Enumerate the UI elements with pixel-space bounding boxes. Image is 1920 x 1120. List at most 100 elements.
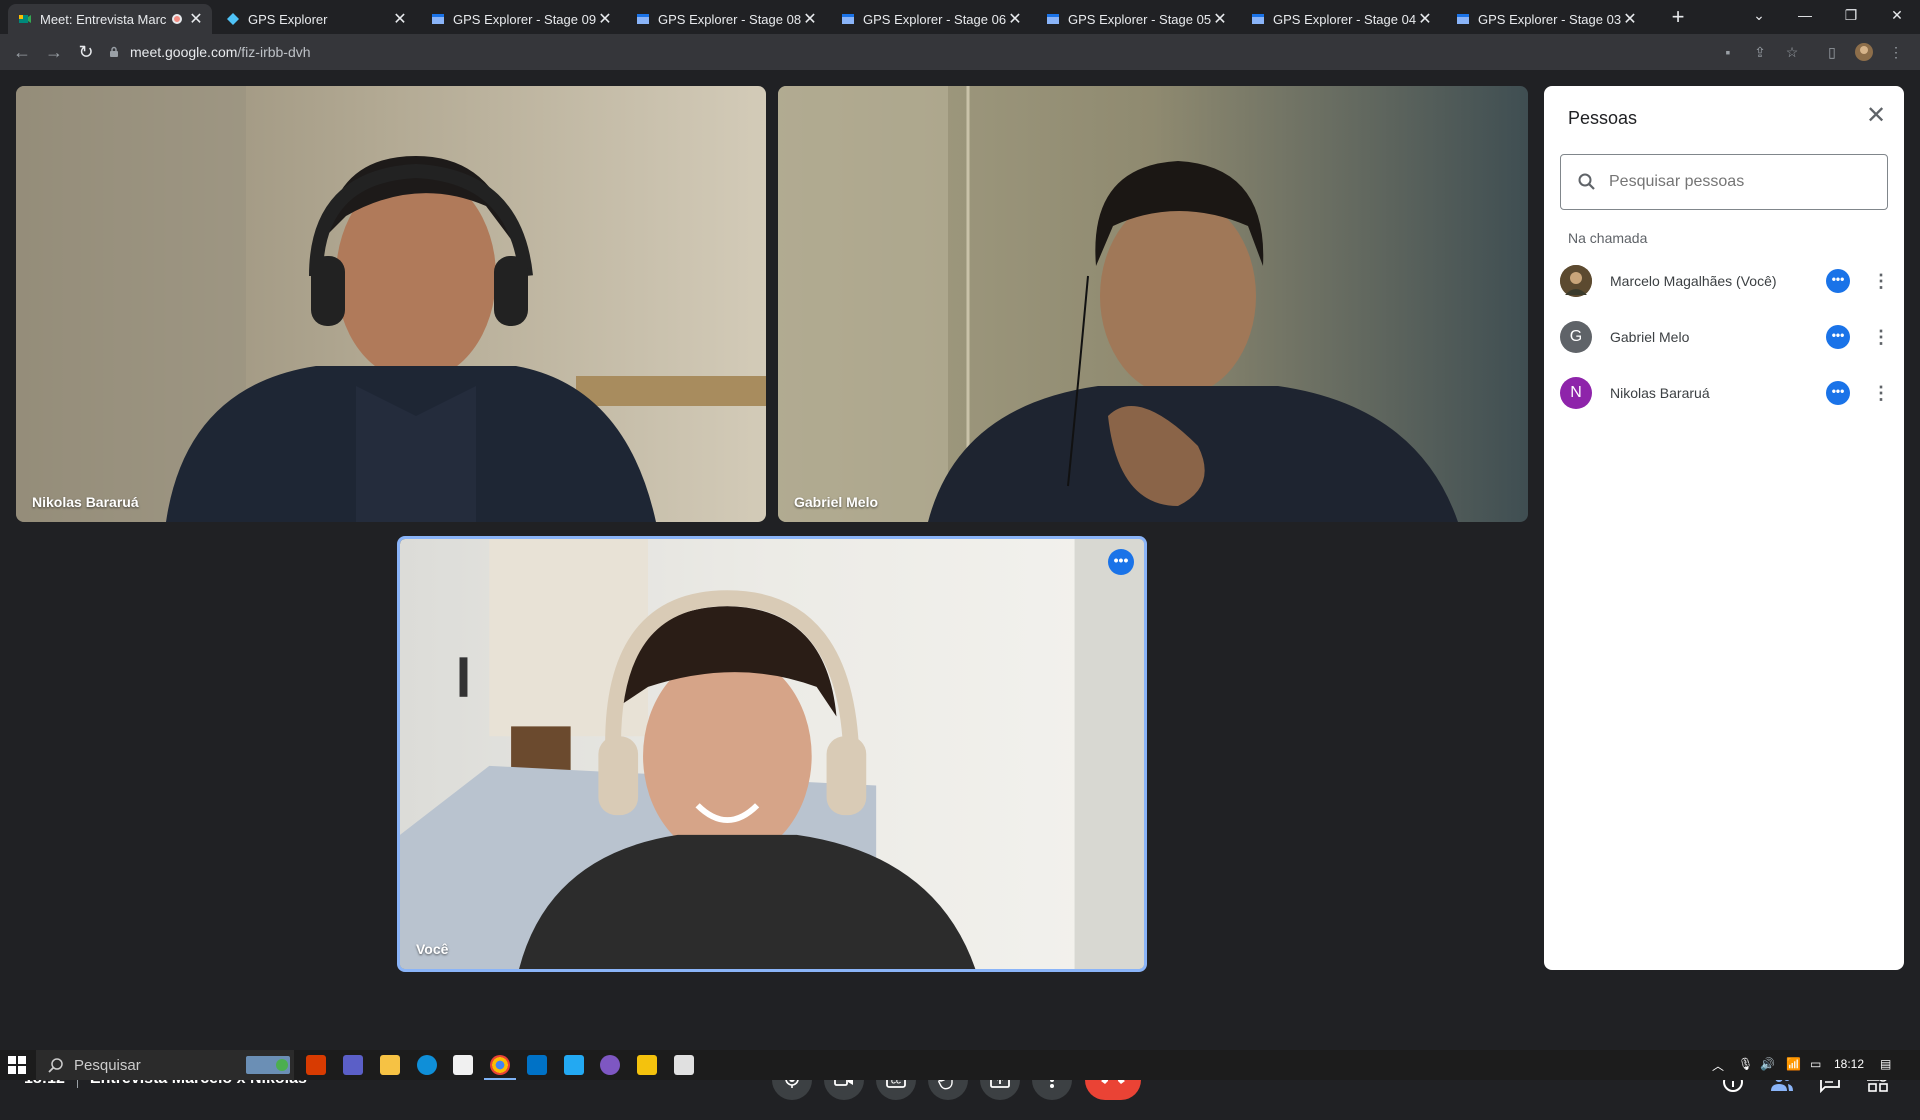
app-icon[interactable] <box>600 1055 620 1075</box>
chrome-app-icon[interactable] <box>484 1055 516 1080</box>
forward-button[interactable]: → <box>42 40 66 64</box>
vscode-app-icon[interactable] <box>564 1055 584 1075</box>
participant-video <box>778 86 1528 522</box>
page-favicon-icon <box>1047 14 1059 24</box>
person-status-button[interactable]: ••• <box>1826 269 1850 293</box>
tab-meet[interactable]: Meet: Entrevista Marce ✕ <box>8 4 212 34</box>
tab-stage-03[interactable]: GPS Explorer - Stage 03 ✕ <box>1446 4 1646 34</box>
camera-in-use-icon[interactable]: ▪ <box>1718 42 1738 62</box>
volume-icon[interactable]: 🔊 <box>1760 1057 1775 1071</box>
avatar: N <box>1560 377 1592 409</box>
windows-taskbar: Pesquisar ︿ 🎙 🔊 📶 ▭ 18:12 ▤ <box>0 1050 1920 1080</box>
new-tab-button[interactable]: + <box>1664 6 1692 30</box>
person-status-button[interactable]: ••• <box>1826 381 1850 405</box>
close-tab-icon[interactable]: ✕ <box>1212 9 1228 29</box>
person-status-button[interactable]: ••• <box>1826 325 1850 349</box>
url-path: /fiz-irbb-dvh <box>237 44 311 60</box>
microphone-tray-icon[interactable]: 🎙 <box>1738 1057 1753 1071</box>
address-bar[interactable]: meet.google.com/fiz-irbb-dvh <box>108 38 1768 66</box>
browser-tab-bar: Meet: Entrevista Marce ✕ GPS Explorer ✕ … <box>0 0 1920 34</box>
video-tile-nikolas[interactable]: Nikolas Bararuá <box>16 86 766 522</box>
taskbar-search[interactable]: Pesquisar <box>36 1050 294 1080</box>
in-call-heading: Na chamada <box>1568 230 1648 246</box>
person-row[interactable]: Marcelo Magalhães (Você) ••• ⋮ <box>1560 257 1890 305</box>
close-tab-icon[interactable]: ✕ <box>1007 9 1023 29</box>
meet-stage: Nikolas Bararuá Gabriel Melo ••• Você Pe… <box>0 70 1920 1100</box>
url-host: meet.google.com <box>130 44 238 60</box>
tab-title: GPS Explorer - Stage 09 <box>453 11 597 27</box>
close-tab-icon[interactable]: ✕ <box>392 9 408 29</box>
close-tab-icon[interactable]: ✕ <box>597 9 613 29</box>
tile-more-options-button[interactable]: ••• <box>1108 549 1134 575</box>
page-favicon-icon <box>432 14 444 24</box>
profile-avatar[interactable] <box>1854 42 1874 62</box>
back-button[interactable]: ← <box>10 40 34 64</box>
share-icon[interactable]: ⇪ <box>1750 42 1770 62</box>
tab-search-chevron-icon[interactable]: ⌄ <box>1736 0 1782 30</box>
url-text: meet.google.com/fiz-irbb-dvh <box>130 44 311 60</box>
recording-icon <box>172 14 182 24</box>
file-explorer-icon[interactable] <box>380 1055 400 1075</box>
person-row[interactable]: N Nikolas Bararuá ••• ⋮ <box>1560 369 1890 417</box>
minimize-button[interactable]: — <box>1782 0 1828 30</box>
close-tab-icon[interactable]: ✕ <box>1622 9 1638 29</box>
search-people-input[interactable] <box>1609 173 1869 191</box>
tab-stage-05[interactable]: GPS Explorer - Stage 05 ✕ <box>1036 4 1236 34</box>
meet-favicon-icon <box>19 15 31 23</box>
tab-title: GPS Explorer - Stage 04 <box>1273 11 1417 27</box>
tab-stage-04[interactable]: GPS Explorer - Stage 04 ✕ <box>1241 4 1441 34</box>
side-panel-icon[interactable]: ▯ <box>1822 42 1842 62</box>
windows-start-icon[interactable] <box>8 1056 26 1074</box>
page-favicon-icon <box>637 14 649 24</box>
search-icon <box>48 1058 63 1073</box>
tab-title: GPS Explorer - Stage 08 <box>658 11 802 27</box>
tab-title: Meet: Entrevista Marce <box>40 11 166 27</box>
office-app-icon[interactable] <box>306 1055 326 1075</box>
show-hidden-icons[interactable]: ︿ <box>1712 1057 1724 1074</box>
search-people-field[interactable] <box>1560 154 1888 210</box>
app-icon[interactable] <box>674 1055 694 1075</box>
person-options-icon[interactable]: ⋮ <box>1872 271 1890 292</box>
battery-icon[interactable]: ▭ <box>1810 1057 1821 1071</box>
tab-stage-08[interactable]: GPS Explorer - Stage 08 ✕ <box>626 4 826 34</box>
avatar <box>1560 265 1592 297</box>
browser-menu-icon[interactable]: ⋮ <box>1886 42 1906 62</box>
store-app-icon[interactable] <box>453 1055 473 1075</box>
video-tile-self[interactable]: ••• Você <box>397 536 1147 972</box>
tab-title: GPS Explorer - Stage 06 <box>863 11 1007 27</box>
person-options-icon[interactable]: ⋮ <box>1872 383 1890 404</box>
person-row[interactable]: G Gabriel Melo ••• ⋮ <box>1560 313 1890 361</box>
taskbar-search-text: Pesquisar <box>74 1056 141 1074</box>
person-options-icon[interactable]: ⋮ <box>1872 327 1890 348</box>
close-tab-icon[interactable]: ✕ <box>802 9 818 29</box>
video-tile-gabriel[interactable]: Gabriel Melo <box>778 86 1528 522</box>
tab-stage-09[interactable]: GPS Explorer - Stage 09 ✕ <box>421 4 621 34</box>
tab-stage-06[interactable]: GPS Explorer - Stage 06 ✕ <box>831 4 1031 34</box>
bookmark-star-icon[interactable]: ☆ <box>1782 42 1802 62</box>
tab-title: GPS Explorer <box>248 11 328 27</box>
close-panel-button[interactable]: ✕ <box>1864 104 1888 128</box>
participant-name: Nikolas Bararuá <box>32 494 139 510</box>
reload-button[interactable]: ↻ <box>74 40 98 64</box>
notifications-icon[interactable]: ▤ <box>1880 1057 1891 1071</box>
people-panel: Pessoas ✕ Na chamada Marcelo Magalhães (… <box>1544 86 1904 970</box>
gps-favicon-icon <box>227 13 239 25</box>
person-name: Nikolas Bararuá <box>1610 385 1710 401</box>
close-window-button[interactable]: ✕ <box>1874 0 1920 30</box>
participant-name: Você <box>416 941 449 957</box>
taskbar-clock[interactable]: 18:12 <box>1834 1057 1864 1071</box>
teams-app-icon[interactable] <box>343 1055 363 1075</box>
app-icon[interactable] <box>637 1055 657 1075</box>
tab-gps-explorer[interactable]: GPS Explorer ✕ <box>216 4 416 34</box>
close-tab-icon[interactable]: ✕ <box>188 9 204 29</box>
edge-browser-icon[interactable] <box>417 1055 437 1075</box>
close-tab-icon[interactable]: ✕ <box>1417 9 1433 29</box>
restore-button[interactable]: ❐ <box>1828 0 1874 30</box>
lock-icon <box>110 46 118 57</box>
person-name: Gabriel Melo <box>1610 329 1690 345</box>
participant-name: Gabriel Melo <box>794 494 879 510</box>
participant-video <box>16 86 766 522</box>
person-name: Marcelo Magalhães (Você) <box>1610 273 1777 289</box>
wifi-icon[interactable]: 📶 <box>1786 1057 1801 1071</box>
mail-app-icon[interactable] <box>527 1055 547 1075</box>
